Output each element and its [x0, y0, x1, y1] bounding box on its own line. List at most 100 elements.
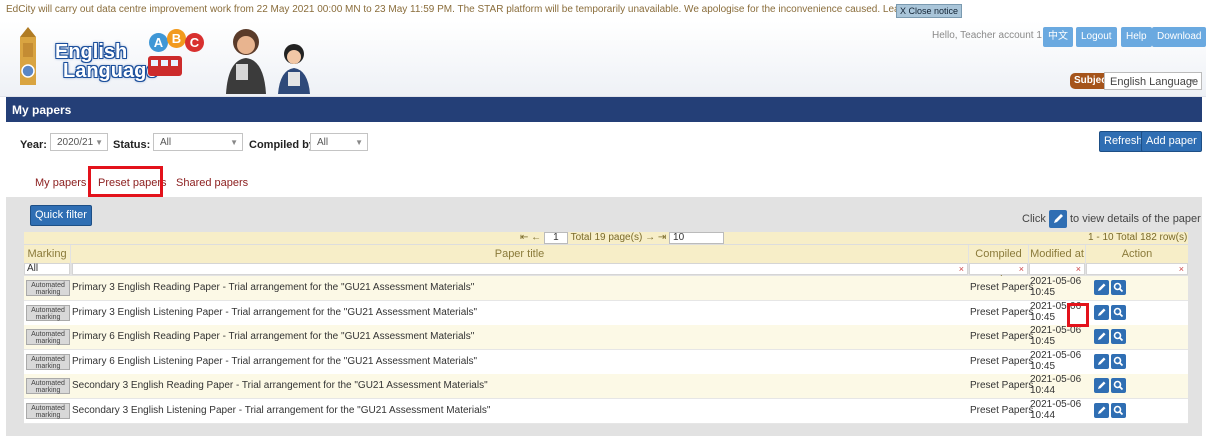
- table-row[interactable]: Automated marking Primary 3 English Liste…: [24, 301, 1188, 326]
- action-filter-input[interactable]: ×: [1086, 263, 1188, 275]
- edit-button[interactable]: [1094, 329, 1109, 344]
- magnifier-icon: [1113, 282, 1124, 293]
- add-paper-button[interactable]: Add paper: [1141, 131, 1202, 152]
- chinese-language-button[interactable]: 中文: [1043, 27, 1073, 47]
- automated-marking-badge: Automated marking: [26, 280, 70, 296]
- compiled-by-cell: Preset Papers: [970, 307, 1034, 318]
- total-pages-text: Total 19 page(s): [570, 232, 643, 243]
- view-button[interactable]: [1111, 280, 1126, 295]
- edit-button[interactable]: [1094, 305, 1109, 320]
- modified-time: 10:45: [1030, 336, 1056, 347]
- modified-date: 2021-05-06: [1030, 374, 1082, 385]
- status-select[interactable]: All ▼: [153, 133, 243, 151]
- col-header-title[interactable]: Paper title: [71, 245, 968, 264]
- pencil-icon: [1098, 406, 1106, 414]
- page-number-input[interactable]: 1: [543, 232, 568, 244]
- abc-letter-c: C: [185, 33, 204, 52]
- title-filter-input[interactable]: ×: [72, 263, 968, 275]
- chevron-down-icon: ▼: [1189, 77, 1197, 86]
- compiled-by-label: Compiled by:: [249, 139, 319, 151]
- modified-filter-input[interactable]: ×: [1029, 263, 1085, 275]
- view-button[interactable]: [1111, 378, 1126, 393]
- edit-button[interactable]: [1094, 403, 1109, 418]
- paper-title[interactable]: Primary 3 English Listening Paper - Tria…: [72, 307, 477, 318]
- edit-button[interactable]: [1094, 378, 1109, 393]
- hint-suffix: to view details of the paper: [1069, 212, 1201, 225]
- modified-at-cell: 2021-05-06 10:45: [1030, 350, 1081, 372]
- compiled-by-cell: Preset Papers: [970, 405, 1034, 416]
- english-language-logo: English Language: [55, 42, 158, 82]
- help-button[interactable]: Help: [1121, 27, 1152, 47]
- paper-title[interactable]: Primary 6 English Reading Paper - Trial …: [72, 331, 474, 342]
- download-button[interactable]: Download: [1152, 27, 1206, 47]
- big-ben-icon: [20, 27, 36, 85]
- status-select-value: All: [160, 137, 172, 148]
- paper-title[interactable]: Secondary 3 English Listening Paper - Tr…: [72, 405, 490, 416]
- edit-button[interactable]: [1094, 354, 1109, 369]
- close-notice-button[interactable]: X Close notice: [896, 4, 963, 18]
- page-size-select[interactable]: 10: [669, 232, 725, 244]
- table-row[interactable]: Automated marking Secondary 3 English Rea…: [24, 374, 1188, 399]
- compiled-filter-input[interactable]: ×: [969, 263, 1028, 275]
- edit-button[interactable]: [1094, 280, 1109, 295]
- greeting-text: Hello, Teacher account 1: [932, 30, 1042, 41]
- table-row[interactable]: Automated marking Primary 6 English Readi…: [24, 325, 1188, 350]
- chevron-down-icon: ▼: [230, 138, 238, 147]
- compiled-by-select[interactable]: All ▼: [310, 133, 368, 151]
- modified-date: 2021-05-06: [1030, 276, 1082, 287]
- col-header-action: Action: [1086, 245, 1188, 264]
- tab-my-papers[interactable]: My papers: [35, 177, 86, 189]
- col-header-compiled[interactable]: Compiled by: [969, 245, 1028, 278]
- clear-icon[interactable]: ×: [1076, 264, 1081, 274]
- modified-time: 10:45: [1030, 287, 1056, 298]
- marking-filter-select[interactable]: All: [24, 263, 70, 275]
- abc-letter-b: B: [167, 29, 186, 48]
- clear-icon[interactable]: ×: [959, 264, 964, 274]
- paper-title[interactable]: Primary 3 English Reading Paper - Trial …: [72, 282, 474, 293]
- modified-time: 10:44: [1030, 385, 1056, 396]
- view-details-hint: Click to view details of the paper: [1022, 210, 1201, 228]
- col-header-modified[interactable]: Modified at: [1029, 245, 1085, 264]
- pencil-icon: [1098, 332, 1106, 340]
- automated-marking-badge: Automated marking: [26, 329, 70, 345]
- tab-shared-papers[interactable]: Shared papers: [176, 177, 248, 189]
- view-button[interactable]: [1111, 403, 1126, 418]
- chevron-down-icon: ▼: [355, 138, 363, 147]
- prev-page-icon[interactable]: ←: [531, 232, 541, 243]
- compiled-by-select-value: All: [317, 137, 329, 148]
- pencil-icon: [1098, 357, 1106, 365]
- magnifier-icon: [1113, 405, 1124, 416]
- view-button[interactable]: [1111, 329, 1126, 344]
- automated-marking-badge: Automated marking: [26, 378, 70, 394]
- view-button[interactable]: [1111, 354, 1126, 369]
- clear-icon[interactable]: ×: [1019, 264, 1024, 274]
- logo-line-2: Language: [63, 60, 158, 82]
- last-page-icon[interactable]: ⇥: [658, 232, 666, 243]
- modified-at-cell: 2021-05-06 10:44: [1030, 399, 1081, 421]
- magnifier-icon: [1113, 307, 1124, 318]
- first-page-icon[interactable]: ⇤: [520, 232, 528, 243]
- pencil-icon: [1048, 210, 1067, 228]
- compiled-by-cell: Preset Papers: [970, 331, 1034, 342]
- modified-at-cell: 2021-05-06 10:45: [1030, 276, 1081, 298]
- section-title-bar: [6, 97, 1202, 122]
- row-count-text: 1 - 10 Total 182 row(s): [1088, 232, 1188, 243]
- col-header-marking[interactable]: Marking: [24, 245, 70, 264]
- view-button[interactable]: [1111, 305, 1126, 320]
- paper-title[interactable]: Secondary 3 English Reading Paper - Tria…: [72, 380, 488, 391]
- logout-button[interactable]: Logout: [1076, 27, 1117, 47]
- next-page-icon[interactable]: →: [645, 232, 655, 243]
- clear-icon[interactable]: ×: [1179, 264, 1184, 274]
- pencil-icon: [1098, 283, 1106, 291]
- table-row[interactable]: Automated marking Primary 6 English Liste…: [24, 350, 1188, 375]
- section-title: My papers: [12, 103, 72, 117]
- quick-filter-button[interactable]: Quick filter: [30, 205, 92, 226]
- automated-marking-badge: Automated marking: [26, 305, 70, 321]
- subject-select[interactable]: English Language ▼: [1104, 72, 1202, 90]
- compiled-by-cell: Preset Papers: [970, 356, 1034, 367]
- modified-date: 2021-05-06: [1030, 350, 1082, 361]
- paper-title[interactable]: Primary 6 English Listening Paper - Tria…: [72, 356, 477, 367]
- table-row[interactable]: Automated marking Primary 3 English Readi…: [24, 276, 1188, 301]
- table-row[interactable]: Automated marking Secondary 3 English Lis…: [24, 399, 1188, 424]
- year-select[interactable]: 2020/21 ▼: [50, 133, 108, 151]
